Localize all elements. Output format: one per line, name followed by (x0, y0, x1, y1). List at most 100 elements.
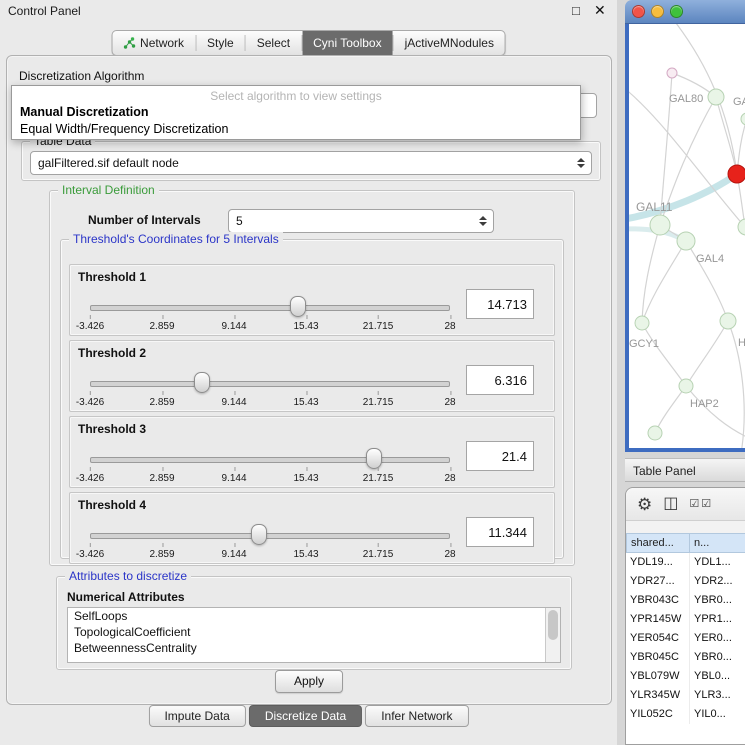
table-panel-header[interactable]: Table Panel (625, 458, 745, 482)
node-label: GAL80 (669, 93, 703, 105)
network-canvas[interactable]: GAL80GAGAL11GAL4GCY1HHAP2 (625, 24, 745, 452)
number-of-intervals-combobox[interactable]: 5 (228, 209, 494, 233)
scrollbar-thumb[interactable] (548, 610, 558, 640)
slider-track[interactable] (90, 457, 450, 463)
threshold-value-input[interactable] (466, 517, 534, 547)
tick-label: 21.715 (363, 397, 394, 408)
threshold-value-input[interactable] (466, 365, 534, 395)
table-row[interactable]: YDL19...YDL1... (626, 553, 745, 572)
dropdown-option-manual-discretization[interactable]: Manual Discretization (20, 105, 572, 119)
table-row[interactable]: YIL052CYIL0... (626, 705, 745, 724)
attribute-list-item[interactable]: SelfLoops (68, 608, 560, 624)
algorithm-dropdown-popup: Select algorithm to view settings Manual… (11, 85, 581, 140)
table-cell: YPR1... (690, 610, 745, 629)
tick-label: 2.859 (149, 321, 174, 332)
select-columns-icon[interactable]: ☑☑ (689, 499, 713, 510)
network-node[interactable] (720, 313, 736, 329)
tab-cyni-toolbox[interactable]: Cyni Toolbox (302, 31, 392, 55)
attribute-list-item[interactable]: TopologicalCoefficient (68, 624, 560, 640)
table-cell: YBR043C (626, 591, 690, 610)
slider-thumb[interactable] (366, 448, 382, 469)
table-row[interactable]: YER054CYER0... (626, 629, 745, 648)
threshold-value-input[interactable] (466, 441, 534, 471)
tab-infer-network[interactable]: Infer Network (365, 705, 468, 727)
tab-style[interactable]: Style (196, 31, 245, 55)
apply-button[interactable]: Apply (275, 670, 343, 693)
tick-label: 2.859 (149, 549, 174, 560)
slider-track[interactable] (90, 305, 450, 311)
network-node[interactable] (738, 219, 745, 235)
node-label: GA (733, 96, 745, 108)
slider-tick-labels: -3.4262.8599.14415.4321.71528 (90, 397, 450, 409)
table-cell: YBL0... (690, 667, 745, 686)
interval-definition-group: Interval Definition Number of Intervals … (49, 190, 575, 566)
tick-label: 9.144 (221, 473, 246, 484)
table-cell: YBR0... (690, 648, 745, 667)
slider-thumb[interactable] (251, 524, 267, 545)
threshold-slider[interactable]: -3.4262.8599.14415.4321.71528 (90, 519, 450, 561)
tick-label: 21.715 (363, 473, 394, 484)
table-cell: YLR345W (626, 686, 690, 705)
table-row[interactable]: YLR345WYLR3... (626, 686, 745, 705)
threshold-slider[interactable]: -3.4262.8599.14415.4321.71528 (90, 291, 450, 333)
node-label: GAL11 (636, 200, 673, 214)
tick-label: -3.426 (76, 549, 104, 560)
column-header-shared-name[interactable]: shared... (626, 533, 690, 553)
table-cell: YDL1... (690, 553, 745, 572)
table-data-combobox[interactable]: galFiltered.sif default node (30, 151, 592, 175)
list-scrollbar[interactable] (545, 608, 560, 662)
column-header-name[interactable]: n... (690, 533, 745, 553)
tab-discretize-data[interactable]: Discretize Data (249, 705, 362, 727)
network-node[interactable] (650, 215, 670, 235)
tab-select[interactable]: Select (246, 31, 301, 55)
table-row[interactable]: YPR145WYPR1... (626, 610, 745, 629)
tab-impute-data[interactable]: Impute Data (148, 705, 245, 727)
network-node[interactable] (677, 232, 695, 250)
table-cell: YDL19... (626, 553, 690, 572)
network-node[interactable] (648, 426, 662, 440)
attribute-list-item[interactable]: BetweennessCentrality (68, 640, 560, 656)
threshold-slider[interactable]: -3.4262.8599.14415.4321.71528 (90, 443, 450, 485)
table-cell: YBR045C (626, 648, 690, 667)
table-row[interactable]: YBR043CYBR0... (626, 591, 745, 610)
threshold-value-input[interactable] (466, 289, 534, 319)
mac-window-titlebar[interactable] (625, 0, 745, 24)
tick-label: -3.426 (76, 473, 104, 484)
network-node[interactable] (635, 316, 649, 330)
column-chooser-icon[interactable]: ◫ (663, 496, 678, 512)
network-graph[interactable]: GAL80GAGAL11GAL4GCY1HHAP2 (629, 24, 745, 448)
threshold-slider[interactable]: -3.4262.8599.14415.4321.71528 (90, 367, 450, 409)
network-node[interactable] (741, 113, 745, 125)
tick-label: -3.426 (76, 321, 104, 332)
network-node[interactable] (679, 379, 693, 393)
tab-jactivemnodules[interactable]: jActiveMNodules (394, 31, 505, 55)
interval-definition-title: Interval Definition (58, 183, 159, 197)
close-traffic-light[interactable] (632, 5, 645, 18)
tick-label: 15.43 (293, 473, 318, 484)
control-panel: Control Panel □ ✕ NetworkStyleSelectCyni… (0, 0, 617, 745)
table-row[interactable]: YBL079WYBL0... (626, 667, 745, 686)
combo-arrows-icon (577, 158, 585, 168)
table-row[interactable]: YDR27...YDR2... (626, 572, 745, 591)
tab-label: Style (207, 36, 234, 50)
slider-track[interactable] (90, 533, 450, 539)
slider-thumb[interactable] (194, 372, 210, 393)
minimize-traffic-light[interactable] (651, 5, 664, 18)
float-window-icon[interactable]: □ (572, 3, 580, 18)
slider-track[interactable] (90, 381, 450, 387)
slider-thumb[interactable] (290, 296, 306, 317)
network-node[interactable] (667, 68, 677, 78)
network-node[interactable] (728, 165, 745, 183)
zoom-traffic-light[interactable] (670, 5, 683, 18)
numerical-attributes-list[interactable]: SelfLoopsTopologicalCoefficientBetweenne… (67, 607, 561, 663)
tab-label: Network (140, 36, 184, 50)
table-row[interactable]: YBR045CYBR0... (626, 648, 745, 667)
close-panel-icon[interactable]: ✕ (594, 2, 606, 19)
table-settings-gear-icon[interactable]: ⚙ (637, 496, 652, 513)
cyni-bottom-tab-strip: Impute DataDiscretize DataInfer Network (148, 705, 468, 727)
dropdown-placeholder-option: Select algorithm to view settings (12, 89, 580, 103)
dropdown-option-equal-width-frequency[interactable]: Equal Width/Frequency Discretization (20, 122, 572, 136)
table-data-selected-value: galFiltered.sif default node (38, 152, 179, 174)
tab-network[interactable]: Network (112, 31, 195, 55)
network-node[interactable] (708, 89, 724, 105)
